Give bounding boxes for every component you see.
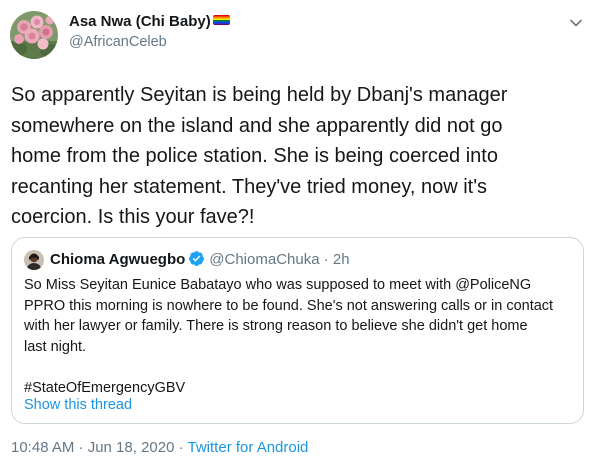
tweet-text-line: coercion. Is this your fave?! xyxy=(11,206,255,228)
author-name[interactable]: Asa Nwa (Chi Baby) xyxy=(69,12,230,32)
tweet-timestamp[interactable]: 10:48 AM · Jun 18, 2020 · xyxy=(11,439,188,456)
tweet-text-line: recanting her statement. They've tried m… xyxy=(11,175,488,198)
quoted-author-name[interactable]: Chioma Agwuegbo xyxy=(50,251,185,268)
quoted-text-line: with her lawyer or family. There is stro… xyxy=(24,318,528,334)
person-avatar-icon xyxy=(24,250,44,270)
quoted-text: So Miss Seyitan Eunice Babatayo who was … xyxy=(24,275,579,398)
quoted-author-avatar[interactable] xyxy=(24,250,44,270)
quoted-tweet[interactable]: Chioma Agwuegbo @ChiomaChuka · 2h So Miss… xyxy=(11,237,584,424)
quoted-text-line: So Miss Seyitan Eunice Babatayo who was … xyxy=(24,277,532,293)
tweet-text-line: somewhere on the island and she apparent… xyxy=(11,114,503,137)
rose-bouquet-avatar-icon xyxy=(10,11,58,59)
quoted-text-line: last night. xyxy=(24,338,87,355)
author-handle[interactable]: @AfricanCeleb xyxy=(69,32,230,52)
quoted-timestamp[interactable]: 2h xyxy=(333,251,350,268)
tweet-text: So apparently Seyitan is being held by D… xyxy=(11,80,591,233)
chevron-down-icon[interactable] xyxy=(569,16,583,30)
quoted-author-handle[interactable]: @ChiomaChuka xyxy=(209,251,319,268)
author-avatar[interactable] xyxy=(10,11,58,59)
separator-dot: · xyxy=(323,251,329,268)
tweet-meta: 10:48 AM · Jun 18, 2020 · Twitter for An… xyxy=(11,438,308,458)
verified-badge-icon xyxy=(189,251,205,266)
tweet-text-line: home from the police station. She is bei… xyxy=(11,145,498,167)
author-display-name: Asa Nwa (Chi Baby) xyxy=(69,13,211,30)
show-thread-link[interactable]: Show this thread xyxy=(24,395,132,415)
tweet-card: Asa Nwa (Chi Baby) @AfricanCeleb So appa… xyxy=(0,0,595,475)
quoted-text-line: PPRO this morning is nowhere to be found… xyxy=(24,297,554,314)
quoted-header: Chioma Agwuegbo @ChiomaChuka · 2h xyxy=(50,250,350,270)
rainbow-flag-icon xyxy=(212,15,230,25)
author-info: Asa Nwa (Chi Baby) @AfricanCeleb xyxy=(69,12,230,52)
tweet-text-line: So apparently Seyitan is being held by D… xyxy=(11,84,508,106)
tweet-source-link[interactable]: Twitter for Android xyxy=(188,439,309,456)
